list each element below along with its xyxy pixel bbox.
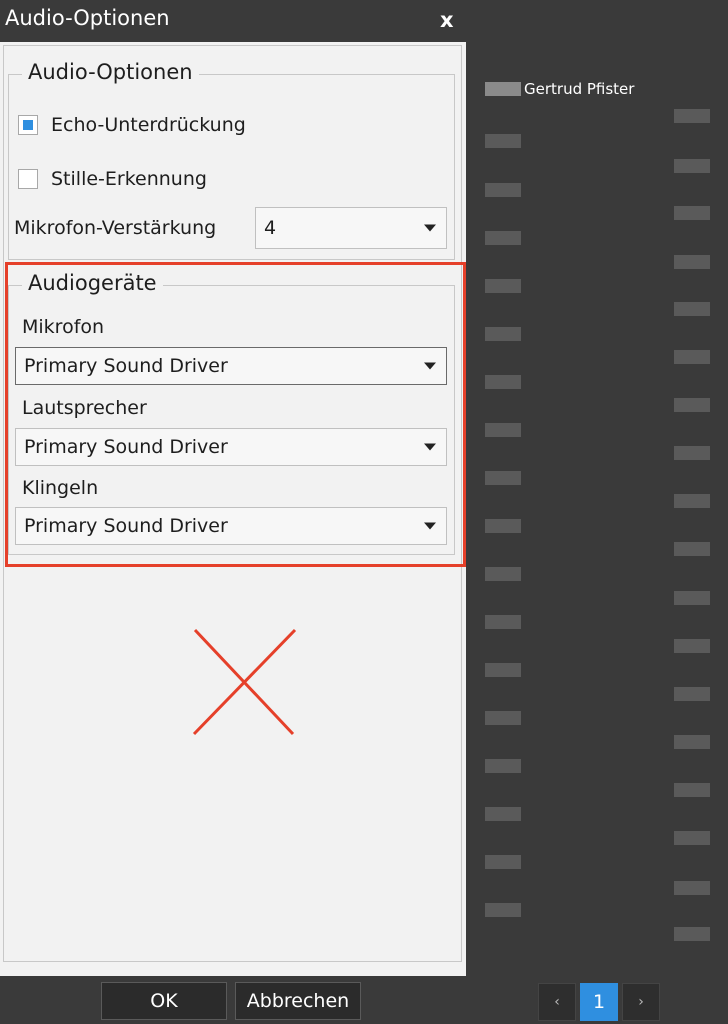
echo-label: Echo-Unterdrückung xyxy=(51,114,246,136)
ok-button[interactable]: OK xyxy=(101,982,227,1020)
ring-value: Primary Sound Driver xyxy=(24,515,228,537)
placeholder-bar xyxy=(485,327,521,341)
participant-indicator xyxy=(485,82,521,96)
speaker-select[interactable]: Primary Sound Driver xyxy=(15,428,447,466)
mic-label: Mikrofon xyxy=(22,316,105,338)
placeholder-bar xyxy=(674,109,710,123)
chevron-down-icon xyxy=(424,522,436,530)
placeholder-bar xyxy=(485,663,521,677)
chevron-down-icon xyxy=(424,443,436,451)
close-button[interactable]: x xyxy=(440,8,454,32)
placeholder-bar xyxy=(485,615,521,629)
placeholder-bar xyxy=(674,591,710,605)
placeholder-bar xyxy=(485,711,521,725)
echo-checkbox-row[interactable]: Echo-Unterdrückung xyxy=(18,114,246,136)
chevron-down-icon xyxy=(424,362,436,370)
placeholder-bar xyxy=(674,927,710,941)
placeholder-bar xyxy=(674,542,710,556)
audio-devices-legend: Audiogeräte xyxy=(22,271,163,295)
placeholder-bar xyxy=(674,735,710,749)
placeholder-bar xyxy=(485,183,521,197)
next-page-button[interactable]: › xyxy=(622,983,660,1021)
dialog-title: Audio-Optionen xyxy=(5,6,170,30)
gain-value: 4 xyxy=(264,217,277,239)
mic-value: Primary Sound Driver xyxy=(24,355,228,377)
cancel-button[interactable]: Abbrechen xyxy=(235,982,361,1020)
placeholder-bar xyxy=(485,423,521,437)
mic-select[interactable]: Primary Sound Driver xyxy=(15,347,447,385)
speaker-label: Lautsprecher xyxy=(22,397,147,419)
placeholder-bar xyxy=(485,471,521,485)
placeholder-bar xyxy=(674,350,710,364)
silence-label: Stille-Erkennung xyxy=(51,168,207,190)
placeholder-bar xyxy=(674,881,710,895)
placeholder-bar xyxy=(485,807,521,821)
ring-label: Klingeln xyxy=(22,477,99,499)
placeholder-bar xyxy=(485,375,521,389)
placeholder-bar xyxy=(674,159,710,173)
placeholder-bar xyxy=(485,855,521,869)
placeholder-bar xyxy=(485,519,521,533)
placeholder-bar xyxy=(485,231,521,245)
placeholder-bar xyxy=(674,446,710,460)
audio-options-legend: Audio-Optionen xyxy=(22,60,199,84)
gain-select[interactable]: 4 xyxy=(255,207,447,249)
gain-label: Mikrofon-Verstärkung xyxy=(14,217,217,239)
placeholder-bar xyxy=(674,687,710,701)
placeholder-bar xyxy=(485,134,521,148)
speaker-value: Primary Sound Driver xyxy=(24,436,228,458)
placeholder-bar xyxy=(485,567,521,581)
silence-checkbox-row[interactable]: Stille-Erkennung xyxy=(18,168,207,190)
placeholder-bar xyxy=(674,639,710,653)
page-1-button[interactable]: 1 xyxy=(580,983,618,1021)
placeholder-bar xyxy=(674,255,710,269)
prev-page-button[interactable]: ‹ xyxy=(538,983,576,1021)
audio-options-dialog: Audio-Optionen x Audio-Optionen Echo-Unt… xyxy=(0,0,466,976)
placeholder-bar xyxy=(485,279,521,293)
cross-mark-icon xyxy=(192,628,297,736)
chevron-down-icon xyxy=(424,224,436,232)
ring-select[interactable]: Primary Sound Driver xyxy=(15,507,447,545)
participant-name[interactable]: Gertrud Pfister xyxy=(524,80,634,98)
placeholder-bar xyxy=(674,494,710,508)
dialog-panel: Audio-Optionen Echo-Unterdrückung Stille… xyxy=(0,42,466,976)
placeholder-bar xyxy=(485,759,521,773)
placeholder-bar xyxy=(674,783,710,797)
silence-checkbox[interactable] xyxy=(18,169,38,189)
placeholder-bar xyxy=(674,831,710,845)
echo-checkbox[interactable] xyxy=(18,115,38,135)
placeholder-bar xyxy=(674,398,710,412)
placeholder-bar xyxy=(485,903,521,917)
placeholder-bar xyxy=(674,206,710,220)
title-bar: Audio-Optionen x xyxy=(0,0,466,42)
placeholder-bar xyxy=(674,302,710,316)
